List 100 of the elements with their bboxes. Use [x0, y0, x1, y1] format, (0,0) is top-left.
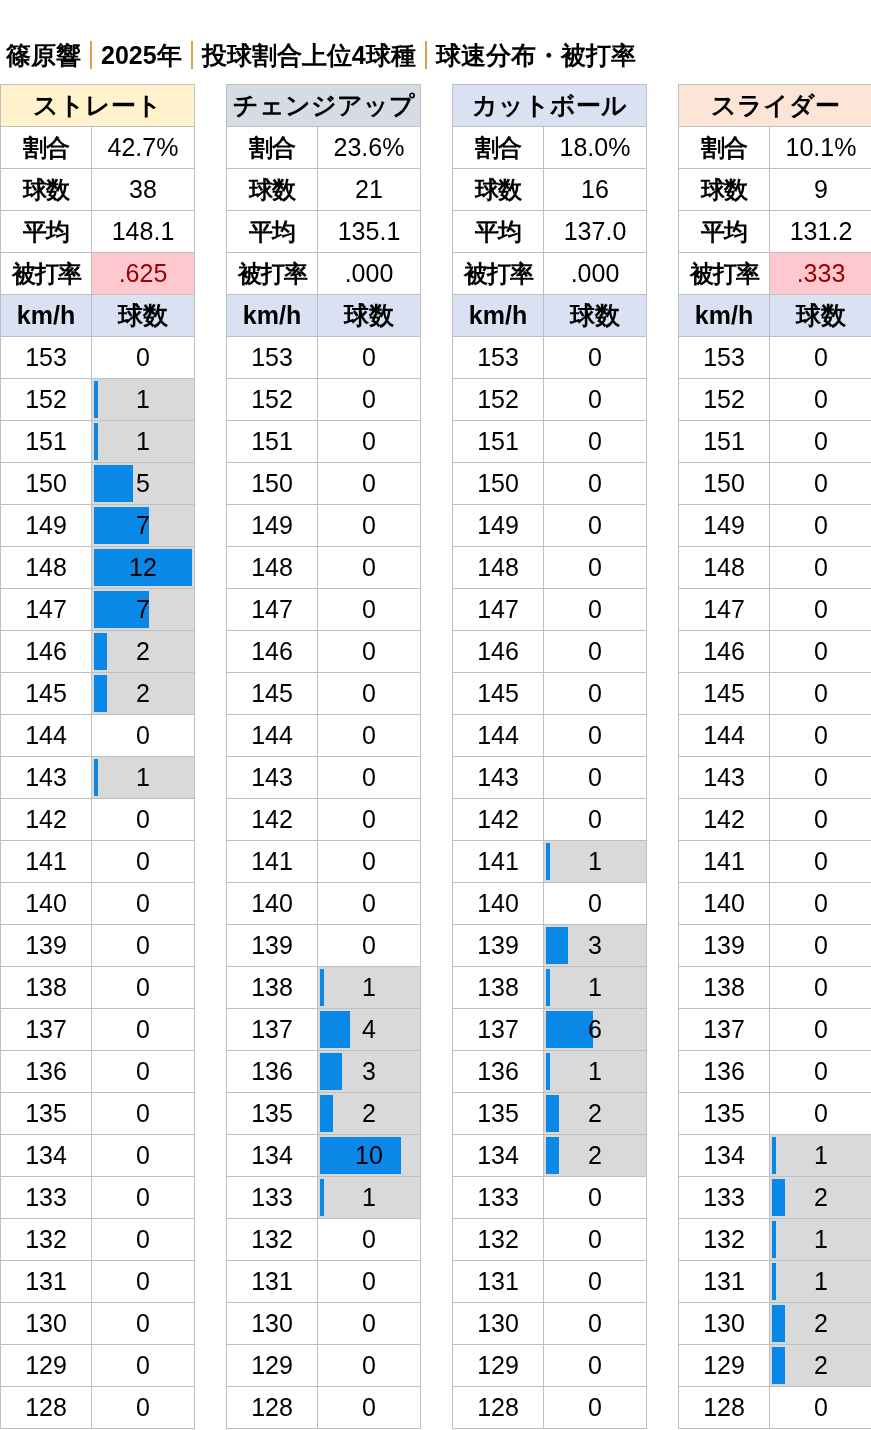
count-text: 2: [814, 1351, 828, 1380]
speed-cell: 144: [1, 715, 92, 757]
count-cell: 0: [544, 589, 647, 631]
speed-cell: 150: [453, 463, 544, 505]
speed-cell: 144: [453, 715, 544, 757]
title-text: 2025年: [101, 39, 182, 71]
count-cell: 0: [770, 925, 871, 967]
stat-label: 平均: [1, 211, 92, 253]
count-cell: 0: [544, 757, 647, 799]
count-text: 2: [588, 1141, 602, 1170]
stat-label: 平均: [453, 211, 544, 253]
count-cell: 0: [318, 883, 421, 925]
speed-cell: 146: [679, 631, 770, 673]
count-cell: 0: [318, 379, 421, 421]
stat-label: 平均: [679, 211, 770, 253]
count-cell: 0: [770, 715, 871, 757]
column-header: km/h: [227, 295, 318, 337]
count-text: 1: [136, 385, 150, 414]
speed-cell: 148: [453, 547, 544, 589]
count-text: 1: [588, 847, 602, 876]
count-cell: 0: [770, 505, 871, 547]
speed-cell: 143: [679, 757, 770, 799]
count-cell: 0: [544, 1345, 647, 1387]
count-cell: 0: [770, 379, 871, 421]
speed-cell: 151: [453, 421, 544, 463]
speed-cell: 139: [227, 925, 318, 967]
speed-cell: 153: [679, 337, 770, 379]
stat-label: 平均: [227, 211, 318, 253]
column-header: 球数: [318, 295, 421, 337]
separator-line: [190, 41, 193, 69]
count-text: 2: [588, 1099, 602, 1128]
count-text: 1: [588, 1057, 602, 1086]
speed-cell: 146: [453, 631, 544, 673]
count-text: 7: [136, 595, 150, 624]
count-cell: 0: [544, 421, 647, 463]
column-header: km/h: [453, 295, 544, 337]
count-cell: 0: [92, 841, 195, 883]
speed-cell: 137: [679, 1009, 770, 1051]
count-cell: 0: [544, 1177, 647, 1219]
count-cell: 0: [318, 1387, 421, 1429]
count-text: 2: [362, 1099, 376, 1128]
count-cell: 0: [544, 1387, 647, 1429]
speed-cell: 152: [227, 379, 318, 421]
speed-cell: 153: [1, 337, 92, 379]
count-cell: 0: [544, 1219, 647, 1261]
count-cell: 0: [318, 673, 421, 715]
speed-cell: 145: [453, 673, 544, 715]
count-cell: 0: [770, 1009, 871, 1051]
speed-cell: 136: [1, 1051, 92, 1093]
speed-cell: 128: [679, 1387, 770, 1429]
count-cell: 0: [318, 757, 421, 799]
speed-cell: 150: [227, 463, 318, 505]
speed-cell: 146: [227, 631, 318, 673]
speed-cell: 131: [453, 1261, 544, 1303]
title-text: 篠原響: [6, 39, 81, 71]
speed-cell: 131: [227, 1261, 318, 1303]
count-text: 4: [362, 1015, 376, 1044]
count-cell: 0: [770, 1051, 871, 1093]
count-cell: 0: [92, 1261, 195, 1303]
count-text: 2: [814, 1309, 828, 1338]
stat-label: 割合: [453, 127, 544, 169]
count-cell: 0: [544, 673, 647, 715]
separator-line: [90, 41, 92, 69]
speed-cell: 153: [227, 337, 318, 379]
speed-cell: 129: [227, 1345, 318, 1387]
speed-cell: 128: [227, 1387, 318, 1429]
stat-value: 9: [770, 169, 871, 211]
speed-cell: 151: [227, 421, 318, 463]
stat-value: 135.1: [318, 211, 421, 253]
count-cell: 0: [770, 757, 871, 799]
stat-value: 10.1%: [770, 127, 871, 169]
count-cell: 0: [544, 631, 647, 673]
speed-cell: 141: [679, 841, 770, 883]
count-cell: 0: [92, 1219, 195, 1261]
stat-label: 球数: [1, 169, 92, 211]
speed-cell: 130: [1, 1303, 92, 1345]
pitch-header: スライダー: [679, 85, 871, 127]
count-cell: 0: [92, 1009, 195, 1051]
speed-cell: 132: [227, 1219, 318, 1261]
count-text: 2: [814, 1183, 828, 1212]
stat-value: 18.0%: [544, 127, 647, 169]
count-cell: 0: [318, 1261, 421, 1303]
pitch-header: ストレート: [1, 85, 195, 127]
count-cell: 0: [92, 967, 195, 1009]
speed-cell: 143: [453, 757, 544, 799]
stat-value: 16: [544, 169, 647, 211]
count-cell: 0: [318, 1303, 421, 1345]
speed-cell: 142: [679, 799, 770, 841]
speed-cell: 141: [1, 841, 92, 883]
speed-cell: 128: [453, 1387, 544, 1429]
count-cell: 0: [92, 883, 195, 925]
count-cell: 0: [544, 463, 647, 505]
count-cell: 0: [318, 589, 421, 631]
count-text: 1: [136, 763, 150, 792]
stat-value: 137.0: [544, 211, 647, 253]
column-header: km/h: [1, 295, 92, 337]
count-cell: 0: [92, 1387, 195, 1429]
count-cell: 0: [770, 631, 871, 673]
speed-cell: 144: [679, 715, 770, 757]
speed-cell: 131: [1, 1261, 92, 1303]
